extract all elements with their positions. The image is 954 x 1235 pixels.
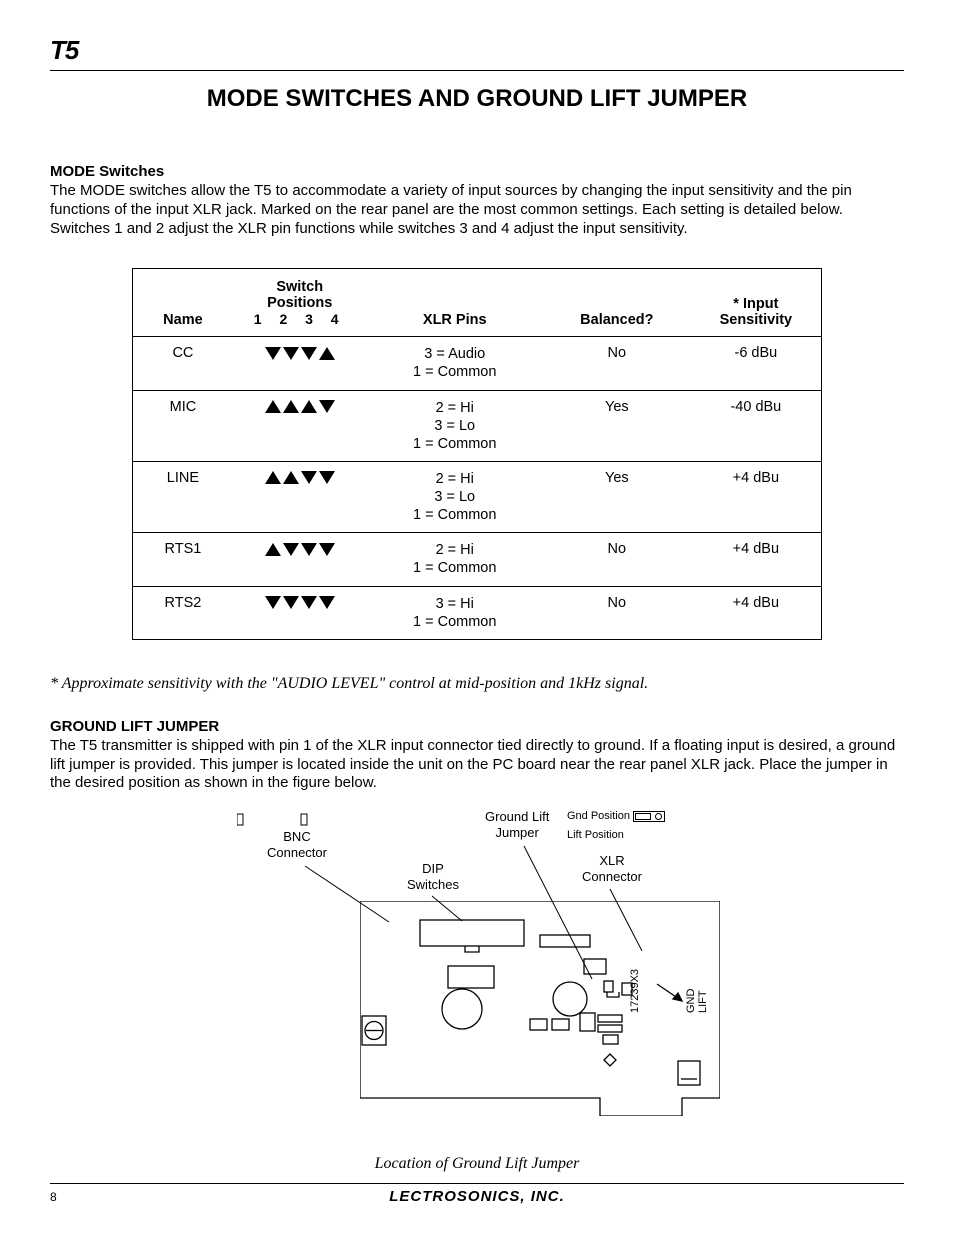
page-title: MODE SWITCHES AND GROUND LIFT JUMPER <box>50 85 904 113</box>
triangle-up-icon <box>265 543 281 556</box>
cell-switch-positions <box>233 533 367 586</box>
cell-xlr-pins: 2 = Hi3 = Lo1 = Common <box>367 461 543 532</box>
triangle-down-icon <box>283 543 299 556</box>
table-row: RTS1 2 = Hi1 = CommonNo+4 dBu <box>133 533 822 586</box>
th-balanced: Balanced? <box>543 269 691 337</box>
cell-switch-positions <box>233 390 367 461</box>
th-sens-l1: * Input <box>733 296 778 312</box>
cell-sensitivity: -40 dBu <box>691 390 822 461</box>
th-positions-l1: Switch <box>276 279 323 295</box>
bnc-label: BNCConnector <box>267 829 327 860</box>
gnd-text: GND <box>685 989 697 1014</box>
triangle-down-icon <box>301 471 317 484</box>
ground-lift-diagram: BNCConnector DIPSwitches Ground LiftJump… <box>222 811 732 1141</box>
th-positions-l2: Positions <box>267 295 332 311</box>
lift-position-label: Lift Position <box>567 829 624 842</box>
page-footer: 8 LECTROSONICS, INC. <box>50 1183 904 1205</box>
triangle-down-icon <box>265 347 281 360</box>
board-number: 17239X3 <box>629 969 641 1013</box>
gnd-position-text: Gnd Position <box>567 810 630 822</box>
ground-lift-text: The T5 transmitter is shipped with pin 1… <box>50 737 904 793</box>
triangle-down-icon <box>301 347 317 360</box>
table-row: LINE 2 = Hi3 = Lo1 = CommonYes+4 dBu <box>133 461 822 532</box>
triangle-down-icon <box>319 596 335 609</box>
mode-switches-text: The MODE switches allow the T5 to accomm… <box>50 182 904 238</box>
cell-name: CC <box>133 337 233 390</box>
dip-label: DIPSwitches <box>407 861 459 892</box>
triangle-up-icon <box>319 347 335 360</box>
cell-xlr-pins: 2 = Hi1 = Common <box>367 533 543 586</box>
cell-switch-positions <box>233 586 367 639</box>
triangle-down-icon <box>283 596 299 609</box>
company-name: LECTROSONICS, INC. <box>50 1188 904 1205</box>
model-header: T5 <box>50 35 904 66</box>
cell-name: RTS2 <box>133 586 233 639</box>
cell-balanced: No <box>543 337 691 390</box>
triangle-up-icon <box>265 471 281 484</box>
header-rule <box>50 70 904 71</box>
ground-lift-heading: GROUND LIFT JUMPER <box>50 718 904 735</box>
lift-text: LIFT <box>697 990 709 1013</box>
th-pins: XLR Pins <box>367 269 543 337</box>
triangle-down-icon <box>283 347 299 360</box>
cell-name: RTS1 <box>133 533 233 586</box>
mode-switch-table: Name Switch Positions 1 2 3 4 XLR Pins B… <box>132 268 822 640</box>
triangle-down-icon <box>319 471 335 484</box>
cell-xlr-pins: 3 = Hi1 = Common <box>367 586 543 639</box>
cell-sensitivity: +4 dBu <box>691 586 822 639</box>
cell-sensitivity: +4 dBu <box>691 533 822 586</box>
triangle-down-icon <box>301 543 317 556</box>
th-sensitivity: * Input Sensitivity <box>691 269 822 337</box>
ground-lift-jumper-label: Ground LiftJumper <box>485 809 549 840</box>
th-name: Name <box>133 269 233 337</box>
th-positions: Switch Positions 1 2 3 4 <box>233 269 367 337</box>
cell-sensitivity: -6 dBu <box>691 337 822 390</box>
cell-name: LINE <box>133 461 233 532</box>
triangle-down-icon <box>265 596 281 609</box>
gnd-position-icon <box>633 811 665 822</box>
cell-xlr-pins: 3 = Audio1 = Common <box>367 337 543 390</box>
cell-sensitivity: +4 dBu <box>691 461 822 532</box>
mode-switches-heading: MODE Switches <box>50 163 904 180</box>
sensitivity-footnote: * Approximate sensitivity with the "AUDI… <box>50 675 904 693</box>
triangle-down-icon <box>301 596 317 609</box>
cell-switch-positions <box>233 337 367 390</box>
triangle-up-icon <box>301 400 317 413</box>
cell-name: MIC <box>133 390 233 461</box>
triangle-up-icon <box>283 471 299 484</box>
cell-balanced: Yes <box>543 461 691 532</box>
table-row: RTS2 3 = Hi1 = CommonNo+4 dBu <box>133 586 822 639</box>
triangle-down-icon <box>319 543 335 556</box>
top-hole-icons <box>237 811 317 829</box>
triangle-up-icon <box>265 400 281 413</box>
triangle-up-icon <box>283 400 299 413</box>
diagram-caption: Location of Ground Lift Jumper <box>50 1155 904 1173</box>
cell-xlr-pins: 2 = Hi3 = Lo1 = Common <box>367 390 543 461</box>
table-row: CC 3 = Audio1 = CommonNo-6 dBu <box>133 337 822 390</box>
th-positions-nums: 1 2 3 4 <box>254 311 346 327</box>
xlr-label: XLRConnector <box>582 853 642 884</box>
cell-balanced: Yes <box>543 390 691 461</box>
th-sens-l2: Sensitivity <box>720 312 793 328</box>
cell-balanced: No <box>543 586 691 639</box>
pcb-schematic: 17239X3 GND LIFT <box>360 901 720 1116</box>
triangle-down-icon <box>319 400 335 413</box>
table-row: MIC 2 = Hi3 = Lo1 = CommonYes-40 dBu <box>133 390 822 461</box>
cell-switch-positions <box>233 461 367 532</box>
gnd-position-label: Gnd Position <box>567 810 717 823</box>
cell-balanced: No <box>543 533 691 586</box>
